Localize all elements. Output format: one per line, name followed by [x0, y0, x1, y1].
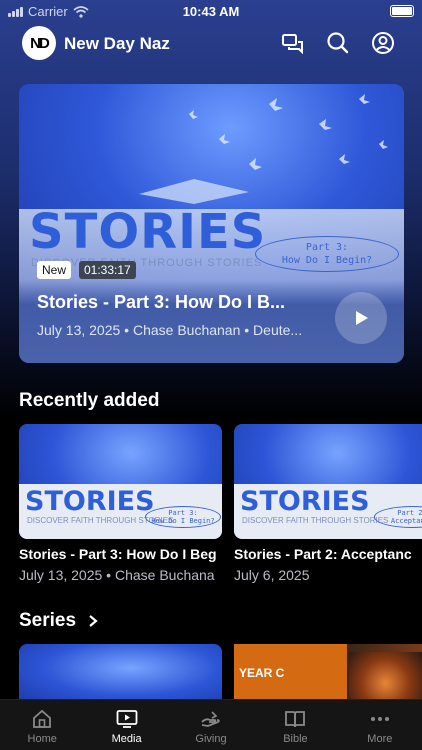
featured-media-card[interactable]: STORIES DISCOVER FAITH THROUGH STORIES P… — [19, 84, 404, 363]
home-icon — [33, 709, 52, 728]
thumbnail-part-title: How Do I Begin? — [151, 517, 215, 525]
duration-badge: 01:33:17 — [79, 261, 136, 279]
clock: 10:43 AM — [182, 4, 240, 19]
thumbnail-part-number: Part 2: — [397, 509, 422, 517]
play-icon — [356, 311, 368, 325]
app-title: New Day Naz — [64, 34, 170, 53]
thumbnail-art-word: STORIES — [25, 486, 155, 517]
app-logo[interactable]: ND — [22, 26, 56, 60]
series-heading: Series — [19, 610, 77, 631]
series-thumbnail[interactable] — [19, 644, 222, 704]
battery-icon — [390, 5, 414, 17]
more-icon — [370, 717, 389, 721]
tab-home[interactable]: Home — [0, 700, 84, 750]
giving-icon — [201, 711, 220, 727]
profile-icon[interactable] — [370, 30, 396, 56]
featured-part-oval: Part 3: How Do I Begin? — [255, 236, 399, 272]
tab-label: Home — [27, 733, 57, 745]
tab-more[interactable]: More — [338, 700, 422, 750]
thumbnail-part-number: Part 3: — [168, 509, 198, 517]
media-icon — [116, 710, 138, 728]
featured-meta: July 13, 2025 • Chase Buchanan • Deute..… — [37, 322, 303, 338]
media-card-title[interactable]: Stories - Part 2: Acceptanc — [234, 546, 422, 562]
new-badge: New — [37, 261, 72, 279]
status-bar: Carrier 10:43 AM — [0, 0, 422, 22]
media-card-meta: July 6, 2025 — [234, 567, 310, 583]
tab-giving[interactable]: Giving — [169, 700, 253, 750]
series-heading-link[interactable]: Series — [19, 610, 98, 632]
featured-art-word: STORIES — [29, 204, 267, 260]
thumbnail-part-title: Acceptance — [390, 517, 422, 525]
chat-icon[interactable] — [280, 30, 306, 56]
featured-part-number: Part 3: — [305, 242, 349, 253]
thumbnail-art-subtitle: DISCOVER FAITH THROUGH STORIES — [242, 516, 389, 525]
search-icon[interactable] — [325, 30, 351, 56]
featured-title: Stories - Part 3: How Do I B... — [37, 292, 286, 312]
media-card-meta: July 13, 2025 • Chase Buchana — [19, 567, 215, 583]
app-header: ND New Day Naz — [0, 26, 422, 62]
featured-part-title: How Do I Begin? — [281, 255, 373, 266]
series-thumbnail-label: YEAR C — [239, 666, 285, 680]
series-thumbnail[interactable]: YEAR C — [234, 644, 422, 704]
media-thumbnail[interactable]: STORIES DISCOVER FAITH THROUGH STORIES P… — [19, 424, 222, 539]
thumbnail-part-oval: Part 2: Acceptance — [374, 506, 422, 528]
thumbnail-art-word: STORIES — [240, 486, 370, 517]
tab-label: Giving — [195, 733, 227, 745]
chevron-right-icon — [89, 615, 98, 627]
tab-bar: Home Media Giving Bible More — [0, 699, 422, 750]
thumbnail-part-oval: Part 3: How Do I Begin? — [145, 506, 221, 528]
tab-media[interactable]: Media — [84, 700, 168, 750]
recently-added-heading: Recently added — [19, 390, 160, 411]
media-thumbnail[interactable]: STORIES DISCOVER FAITH THROUGH STORIES P… — [234, 424, 422, 539]
tab-bible[interactable]: Bible — [253, 700, 337, 750]
tab-label: Bible — [283, 733, 308, 745]
tab-label: More — [367, 733, 393, 745]
media-card-title[interactable]: Stories - Part 3: How Do I Beg — [19, 546, 222, 562]
play-button[interactable] — [335, 292, 387, 344]
butterflies-decoration — [139, 94, 388, 204]
tab-label: Media — [111, 733, 142, 745]
series-art-fire — [349, 652, 422, 704]
bible-icon — [285, 711, 306, 728]
